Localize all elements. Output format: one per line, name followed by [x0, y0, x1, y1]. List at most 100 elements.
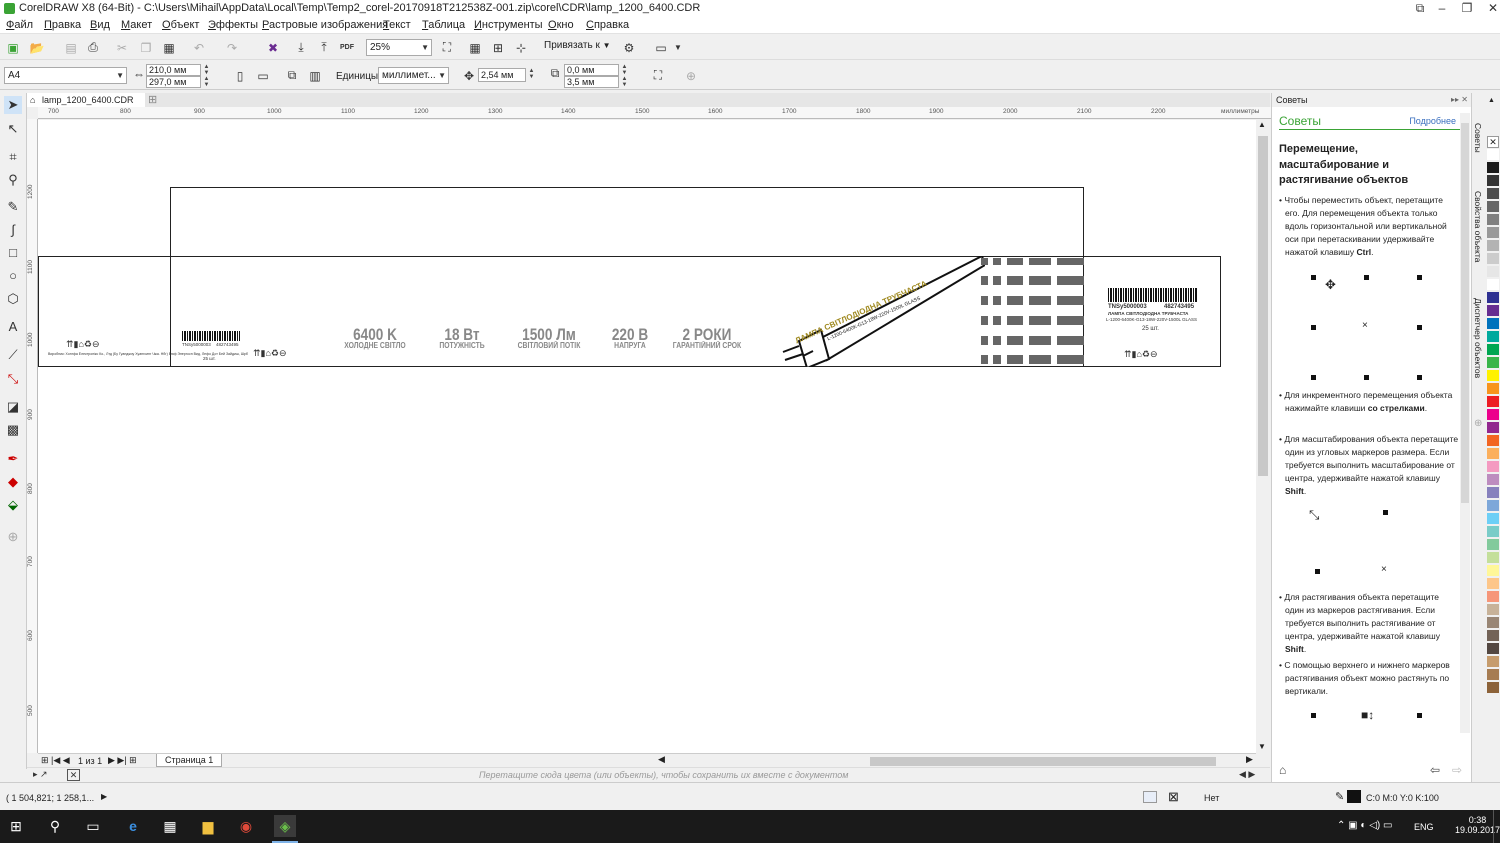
- home-icon[interactable]: ⌂: [1279, 763, 1286, 777]
- quick-customize-icon[interactable]: ⊕: [682, 67, 700, 84]
- cut-icon[interactable]: ✂: [113, 39, 131, 56]
- color-swatch[interactable]: [1487, 513, 1499, 525]
- color-swatch[interactable]: [1487, 604, 1499, 616]
- all-pages-icon[interactable]: ⧉: [283, 67, 301, 84]
- freehand-tool-icon[interactable]: ✎: [4, 198, 22, 216]
- tray-options-icon[interactable]: ▸ ↗: [33, 769, 48, 780]
- scroll-thumb[interactable]: [1258, 136, 1268, 476]
- search-icon[interactable]: ⚲: [44, 815, 66, 837]
- menu-text[interactable]: Текст: [383, 19, 411, 31]
- color-swatch[interactable]: [1487, 435, 1499, 447]
- vertical-scrollbar[interactable]: ▲ ▼: [1256, 120, 1270, 754]
- drawing-canvas[interactable]: ⇈▮⌂♻⊖ Виробник: Хонгфа Електронікс Ко., …: [38, 120, 1256, 754]
- add-tool-icon[interactable]: ⊕: [4, 528, 22, 546]
- edit-page-size-icon[interactable]: ⛶: [649, 67, 667, 84]
- color-swatch[interactable]: [1487, 565, 1499, 577]
- color-proof-icon[interactable]: [1143, 791, 1157, 803]
- text-tool-icon[interactable]: A: [4, 318, 22, 336]
- menu-tools[interactable]: Инструменты: [474, 19, 543, 31]
- color-swatch[interactable]: [1487, 175, 1499, 187]
- search-content-icon[interactable]: ✖: [264, 39, 282, 56]
- color-swatch[interactable]: [1487, 318, 1499, 330]
- parallel-dimension-icon[interactable]: ⟋: [4, 346, 22, 364]
- color-swatch[interactable]: [1487, 240, 1499, 252]
- duplicate-x-field[interactable]: 0,0 мм: [564, 64, 619, 76]
- menu-object[interactable]: Объект: [162, 19, 199, 31]
- color-swatch[interactable]: [1487, 409, 1499, 421]
- polygon-tool-icon[interactable]: ⬡: [4, 290, 22, 308]
- artistic-media-icon[interactable]: ∫: [4, 221, 22, 239]
- color-swatch[interactable]: [1487, 344, 1499, 356]
- horizontal-scroll-thumb[interactable]: [870, 757, 1216, 766]
- units-select[interactable]: миллимет... ▼: [378, 67, 449, 84]
- chrome-icon[interactable]: ◉: [235, 815, 257, 837]
- menu-view[interactable]: Вид: [90, 19, 110, 31]
- input-language[interactable]: ENG: [1414, 822, 1434, 832]
- show-grid-icon[interactable]: ⊹: [512, 39, 530, 56]
- menu-effects[interactable]: Эффекты: [208, 19, 258, 31]
- nudge-spinner[interactable]: ▲ ▼: [527, 68, 536, 82]
- open-icon[interactable]: 📂: [28, 39, 46, 56]
- color-swatch[interactable]: [1487, 461, 1499, 473]
- scroll-up-icon[interactable]: ▲: [1258, 120, 1266, 129]
- no-color-swatch[interactable]: ✕: [1487, 136, 1499, 148]
- color-swatch[interactable]: [1487, 266, 1499, 278]
- scroll-thumb[interactable]: [1461, 123, 1469, 503]
- tray-scroll-icon[interactable]: ◀ ▶: [1239, 769, 1255, 780]
- color-swatch[interactable]: [1487, 474, 1499, 486]
- color-swatch[interactable]: [1487, 422, 1499, 434]
- color-swatch[interactable]: [1487, 552, 1499, 564]
- color-swatch[interactable]: [1487, 201, 1499, 213]
- color-swatch[interactable]: [1487, 539, 1499, 551]
- document-palette-tray[interactable]: ▸ ↗ ✕ Перетащите сюда цвета (или объекты…: [27, 767, 1270, 782]
- color-swatch[interactable]: [1487, 630, 1499, 642]
- color-swatch[interactable]: [1487, 448, 1499, 460]
- undo-icon[interactable]: ↶: [190, 39, 208, 56]
- launcher-chevron-icon[interactable]: ▼: [669, 39, 687, 56]
- menu-edit[interactable]: Правка: [44, 19, 81, 31]
- publish-pdf-icon[interactable]: PDF: [338, 39, 356, 56]
- rectangle-tool-icon[interactable]: □: [4, 244, 22, 262]
- page-size-select[interactable]: A4 ▼: [4, 67, 127, 84]
- color-swatch[interactable]: [1487, 643, 1499, 655]
- edge-browser-icon[interactable]: e: [122, 815, 144, 837]
- paste-icon[interactable]: ▦: [160, 39, 178, 56]
- palette-scroll-up-icon[interactable]: ▲: [1488, 97, 1495, 104]
- application-launcher-icon[interactable]: ▭: [652, 39, 670, 56]
- zoom-level-select[interactable]: 25% ▼: [366, 39, 432, 56]
- print-icon[interactable]: ⎙: [84, 39, 102, 56]
- menu-window[interactable]: Окно: [548, 19, 574, 31]
- show-desktop[interactable]: [1493, 810, 1494, 843]
- color-swatch[interactable]: [1487, 331, 1499, 343]
- color-swatch[interactable]: [1487, 591, 1499, 603]
- options-gear-icon[interactable]: ⚙: [620, 39, 638, 56]
- color-swatch[interactable]: [1487, 292, 1499, 304]
- redo-icon[interactable]: ↷: [223, 39, 241, 56]
- more-link[interactable]: Подробнее: [1409, 116, 1456, 126]
- color-swatch[interactable]: [1487, 656, 1499, 668]
- export-icon[interactable]: ⤒: [315, 39, 333, 56]
- page-height-field[interactable]: 297,0 мм: [146, 76, 201, 88]
- color-swatch[interactable]: [1487, 188, 1499, 200]
- nudge-distance-field[interactable]: 2,54 мм: [478, 68, 526, 82]
- file-explorer-icon[interactable]: ▆: [197, 815, 219, 837]
- color-swatch[interactable]: [1487, 162, 1499, 174]
- status-chevron-icon[interactable]: ▶: [101, 792, 107, 801]
- menu-layout[interactable]: Макет: [121, 19, 152, 31]
- windows-start-icon[interactable]: ⊞: [5, 815, 27, 837]
- zoom-to-page-icon[interactable]: ⛶: [438, 39, 456, 56]
- store-icon[interactable]: ▦: [159, 815, 181, 837]
- color-swatch[interactable]: [1487, 396, 1499, 408]
- menu-bitmaps[interactable]: Растровые изображения: [262, 19, 388, 31]
- menu-help[interactable]: Справка: [586, 19, 629, 31]
- portrait-icon[interactable]: ▯: [231, 67, 249, 84]
- snap-to-button[interactable]: Привязать к ▼: [544, 40, 611, 51]
- tray-icons[interactable]: ⌃ ▣ ◐ ◁) ▭: [1337, 820, 1392, 831]
- dup-y-spinner[interactable]: ▲ ▼: [620, 76, 629, 88]
- color-swatch[interactable]: [1487, 578, 1499, 590]
- page-width-field[interactable]: 210,0 мм: [146, 64, 201, 76]
- page-nav-buttons[interactable]: ⊞ |◀ ◀: [41, 755, 70, 766]
- menu-file[interactable]: Файл: [6, 19, 33, 31]
- import-icon[interactable]: ⤓: [292, 39, 310, 56]
- landscape-icon[interactable]: ▭: [254, 67, 272, 84]
